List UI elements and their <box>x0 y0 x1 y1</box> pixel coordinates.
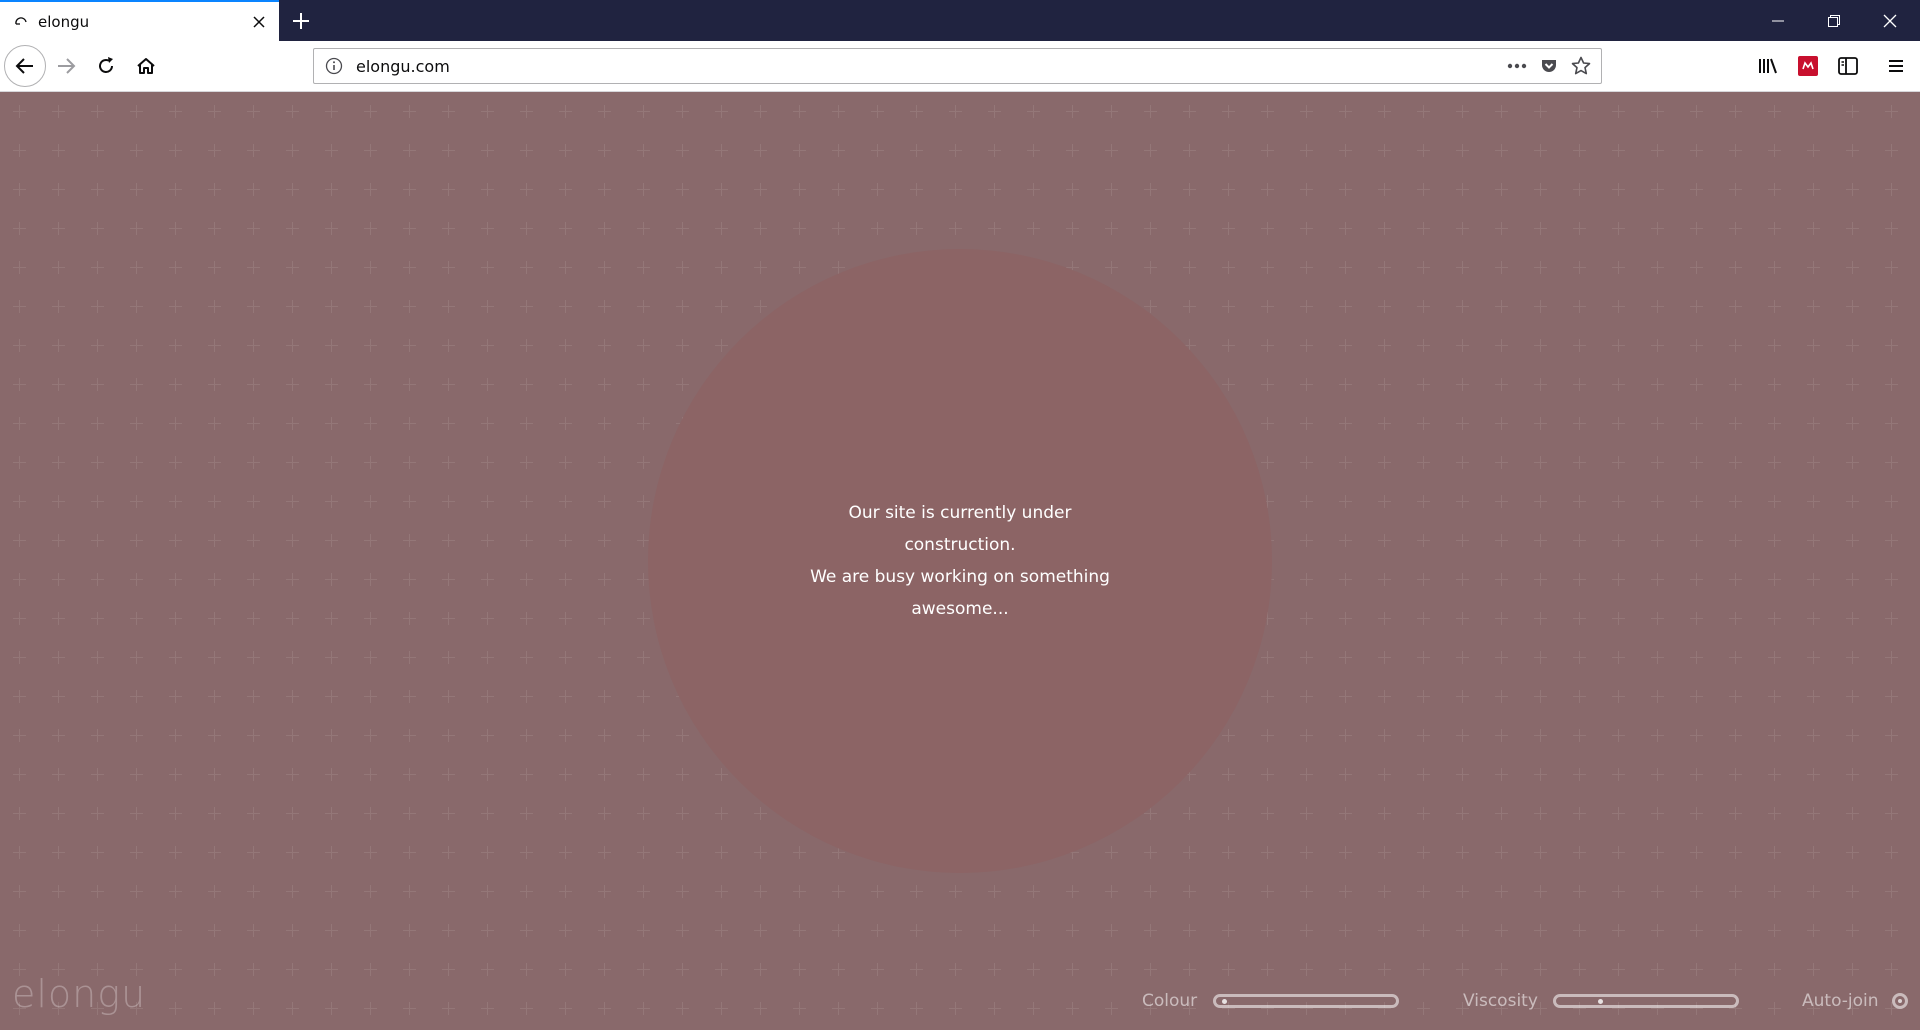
construction-message: Our site is currently under construction… <box>810 497 1110 625</box>
menu-icon[interactable] <box>1876 46 1916 86</box>
forward-icon[interactable] <box>46 46 86 86</box>
page-icon <box>14 15 28 29</box>
restore-icon[interactable] <box>1806 0 1862 41</box>
info-icon[interactable] <box>324 56 344 76</box>
viscosity-label: Viscosity <box>1463 991 1538 1011</box>
close-tab-icon[interactable] <box>249 12 269 32</box>
back-icon[interactable] <box>4 45 46 87</box>
viscosity-slider-thumb[interactable] <box>1598 999 1604 1004</box>
autojoin-toggle-dot <box>1898 999 1902 1003</box>
page-content: Our site is currently under construction… <box>0 92 1920 1030</box>
close-window-icon[interactable] <box>1862 0 1918 41</box>
bookmark-star-icon[interactable] <box>1565 50 1597 82</box>
library-icon[interactable] <box>1748 46 1788 86</box>
message-line-2: We are busy working on something awesome… <box>810 567 1110 619</box>
page-actions-icon[interactable] <box>1501 50 1533 82</box>
tab-title: elongu <box>38 12 90 31</box>
viscosity-slider[interactable] <box>1553 994 1739 1008</box>
colour-label: Colour <box>1142 991 1198 1011</box>
new-tab-icon[interactable] <box>288 8 314 34</box>
tab-elongu[interactable]: elongu <box>0 0 279 41</box>
url-bar[interactable]: elongu.com <box>313 48 1602 84</box>
pocket-icon[interactable] <box>1533 50 1565 82</box>
message-line-1: Our site is currently under construction… <box>848 503 1072 555</box>
home-icon[interactable] <box>126 46 166 86</box>
autojoin-label: Auto-join <box>1802 991 1879 1011</box>
reload-icon[interactable] <box>86 46 126 86</box>
navigation-bar: elongu.com <box>0 41 1920 92</box>
extension-icon[interactable] <box>1788 46 1828 86</box>
tab-strip: elongu <box>0 0 1920 41</box>
autojoin-toggle[interactable] <box>1892 993 1908 1009</box>
url-text[interactable]: elongu.com <box>356 57 1501 76</box>
colour-slider[interactable] <box>1213 994 1399 1008</box>
message-circle: Our site is currently under construction… <box>648 249 1272 873</box>
colour-slider-thumb[interactable] <box>1221 999 1227 1004</box>
sidebar-icon[interactable] <box>1828 46 1868 86</box>
elongu-logo: elongu <box>12 972 147 1016</box>
minimize-icon[interactable] <box>1750 0 1806 41</box>
